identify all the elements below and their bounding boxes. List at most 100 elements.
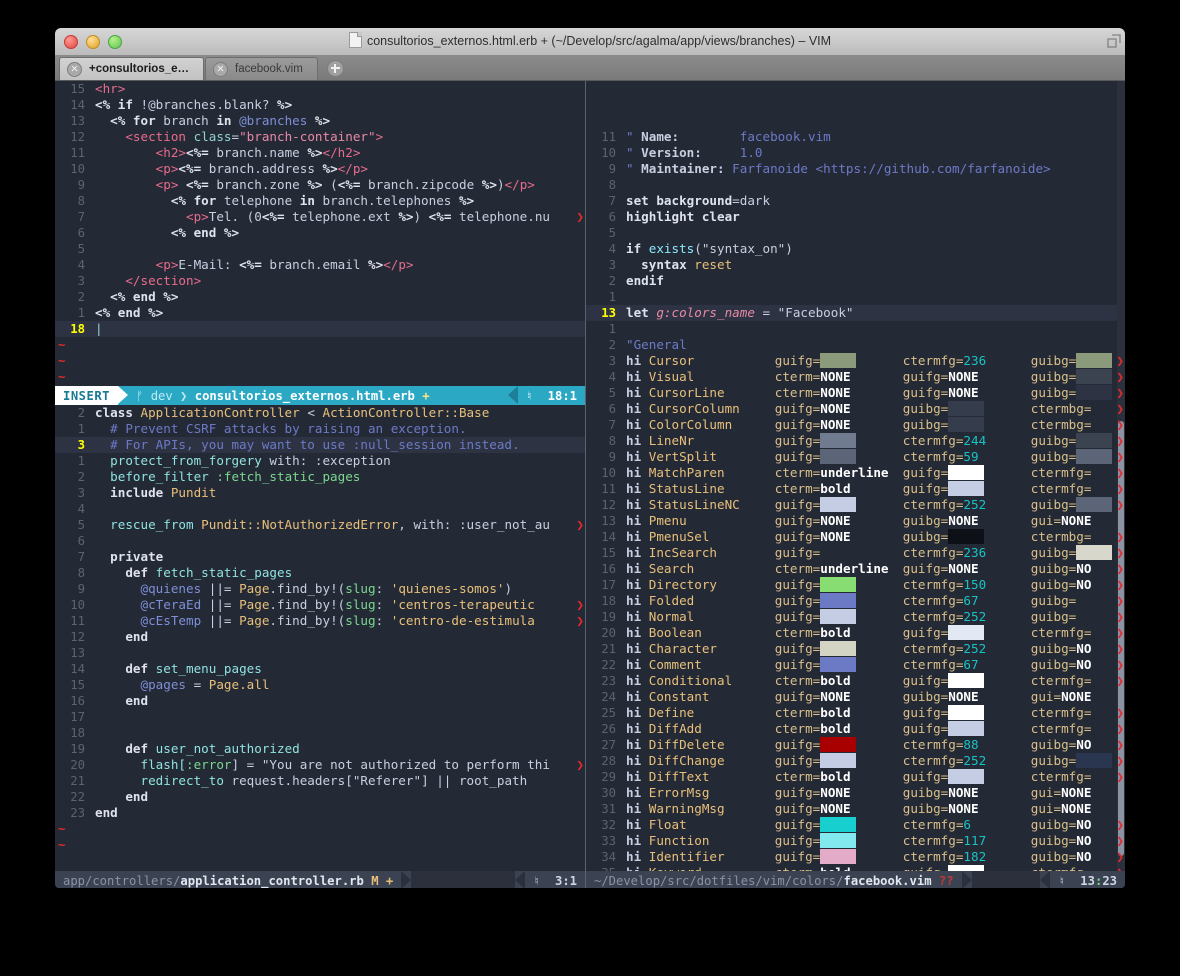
code-token: Tel. (0: [209, 209, 262, 224]
resize-grip-icon[interactable]: [1107, 34, 1121, 48]
line-number: 1: [55, 421, 94, 437]
code-text: <p> <%= branch.zone %> (<%= branch.zipco…: [94, 177, 585, 193]
option-value: NONE: [820, 385, 850, 400]
option-key: ctermfg=: [1031, 481, 1092, 496]
code-text: hi Commentguifg=ctermfg=67guibg=NO❯: [625, 657, 1125, 673]
line-number: 25: [586, 705, 625, 721]
highlight-definition-row: 21hi Characterguifg=ctermfg=252guibg=NO❯: [586, 641, 1125, 657]
code-token: telephone.nu: [459, 209, 550, 224]
code-text: <% end %>: [94, 289, 585, 305]
highlight-definition-row: 3hi Cursorguifg=ctermfg=236guibg=❯: [586, 353, 1125, 369]
option-key: guibg=: [1031, 593, 1077, 608]
option-value: 236: [963, 353, 986, 368]
line-wrap-indicator: ❯: [1116, 769, 1124, 785]
code-token: ActionController::Base: [322, 405, 489, 420]
empty-buffer-line: ~: [55, 353, 585, 369]
pane-bottom-left[interactable]: 2class ApplicationController < ActionCon…: [55, 405, 585, 871]
code-token: branch.address: [209, 161, 323, 176]
option-key: guibg=: [1031, 849, 1077, 864]
line-number: 9: [586, 161, 625, 177]
hi-keyword: hi: [626, 817, 649, 832]
line-wrap-indicator: ❯: [1116, 401, 1124, 417]
line-number: 3: [586, 257, 625, 273]
hi-keyword: hi: [626, 849, 649, 864]
code-line: 8 def fetch_static_pages: [55, 565, 585, 581]
line-number: 16: [586, 561, 625, 577]
color-swatch: [948, 865, 984, 871]
code-token: <hr>: [95, 81, 125, 96]
line-number: 8: [55, 565, 94, 581]
highlight-group-name: Conditional: [649, 673, 732, 688]
option-key: guifg=: [903, 561, 949, 576]
code-text: def fetch_static_pages: [94, 565, 585, 581]
option-key: guibg=: [903, 529, 949, 544]
code-line: 10 <p><%= branch.address %></p>: [55, 161, 585, 177]
code-token: >: [376, 129, 384, 144]
code-token: before_filter: [95, 469, 216, 484]
close-tab-icon[interactable]: [67, 62, 82, 77]
option-value: 252: [963, 497, 986, 512]
code-token: "branch-container": [239, 129, 375, 144]
statusline-filename: facebook.vim: [843, 874, 931, 888]
line-wrap-indicator: ❯: [1116, 433, 1124, 449]
code-line: 21 redirect_to request.headers["Referer"…: [55, 773, 585, 789]
new-tab-icon[interactable]: [327, 60, 344, 77]
tab-facebook-vim[interactable]: facebook.vim: [205, 57, 318, 80]
line-number: 3: [586, 353, 625, 369]
code-text: @quienes ||= Page.find_by!(slug: 'quiene…: [94, 581, 585, 597]
window-titlebar[interactable]: consultorios_externos.html.erb + (~/Deve…: [55, 28, 1125, 56]
highlight-definition-row: 15hi IncSearchguifg=ctermfg=236guibg=❯: [586, 545, 1125, 561]
code-line: 5: [55, 241, 585, 257]
highlight-definition-row: 16hi Searchcterm=underlineguifg=NONEguib…: [586, 561, 1125, 577]
line-number: 8: [55, 193, 94, 209]
highlight-definition-row: 6hi CursorColumnguifg=NONEguibg=ctermbg=…: [586, 401, 1125, 417]
code-token: branch.telephones: [322, 193, 458, 208]
code-token: =: [247, 757, 262, 772]
branch-icon: ᚠ: [136, 389, 143, 403]
code-line: 15 @pages = Page.all: [55, 677, 585, 693]
code-token: ] || root_path: [421, 773, 527, 788]
code-token: flash[: [95, 757, 186, 772]
code-token: slug: [345, 581, 375, 596]
code-text: rescue_from Pundit::NotAuthorizedError, …: [94, 517, 585, 533]
line-wrap-indicator: ❯: [1116, 353, 1124, 369]
tab-consultorios[interactable]: +consultorios_e…: [59, 57, 204, 80]
highlight-definition-row: 18hi Foldedguifg=ctermfg=67guibg=❯: [586, 593, 1125, 609]
statusline-right: ~/Develop/src/dotfiles/vim/colors/facebo…: [586, 871, 1125, 888]
hi-keyword: hi: [626, 561, 649, 576]
line-number: 18: [55, 725, 94, 741]
option-value: bold: [820, 481, 850, 496]
pane-right[interactable]: 11" Name: facebook.vim10" Version: 1.09"…: [586, 81, 1125, 871]
option-value: NONE: [820, 513, 850, 528]
pane-top-left[interactable]: 15<hr>14<% if !@branches.blank? %>13 <% …: [55, 81, 585, 386]
highlight-definition-row: 14hi PmenuSelguifg=NONEguibg=ctermbg=❯: [586, 529, 1125, 545]
option-key: ctermfg=: [903, 449, 964, 464]
code-token: branch.email: [269, 257, 368, 272]
highlight-definition-row: 20hi Booleancterm=boldguifg=ctermfg=❯: [586, 625, 1125, 641]
vim-tabline: +consultorios_e… facebook.vim: [55, 56, 1125, 81]
hi-keyword: hi: [626, 625, 649, 640]
option-key: ctermfg=: [903, 753, 964, 768]
code-token: @pages: [95, 677, 194, 692]
option-key: guibg=: [1031, 641, 1077, 656]
code-token: def: [95, 741, 156, 756]
code-token: <% end %>: [95, 289, 178, 304]
highlight-definition-row: 5hi CursorLinecterm=NONEguifg=NONEguibg=…: [586, 385, 1125, 401]
code-line: 2endif: [586, 273, 1125, 289]
code-line: 12 end: [55, 629, 585, 645]
line-number: 1: [586, 289, 625, 305]
code-line: 13 <% for branch in @branches %>: [55, 113, 585, 129]
position-line: 13: [1080, 874, 1095, 888]
close-tab-icon[interactable]: [213, 62, 228, 77]
line-number: 4: [55, 501, 94, 517]
code-token: %>: [315, 113, 330, 128]
line-number: 6: [55, 533, 94, 549]
code-token: rescue_from: [95, 517, 201, 532]
code-text: hi Functionguifg=ctermfg=117guibg=NO❯: [625, 833, 1125, 849]
line-number: 3: [55, 273, 94, 289]
line-number: 4: [55, 257, 94, 273]
option-key: guifg=: [775, 817, 821, 832]
code-text: hi Identifierguifg=ctermfg=182guibg=NO❯: [625, 849, 1125, 865]
option-key: guifg=: [775, 689, 821, 704]
code-text: hi Cursorguifg=ctermfg=236guibg=❯: [625, 353, 1125, 369]
